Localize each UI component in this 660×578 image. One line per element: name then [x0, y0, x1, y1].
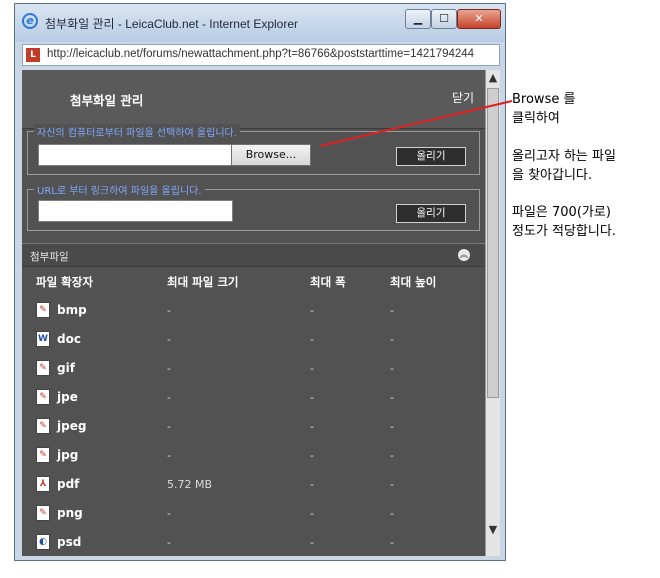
row-max-height: - [390, 478, 394, 491]
attachment-manager-panel: 첨부화일 관리 닫기 자신의 컴퓨터로부터 파일을 선택하여 올립니다. Bro… [22, 70, 500, 556]
row-max-size: - [167, 449, 171, 462]
row-max-width: - [310, 536, 314, 549]
row-max-height: - [390, 362, 394, 375]
ie-logo-icon: e [22, 13, 38, 29]
local-upload-legend: 자신의 컴퓨터로부터 파일을 선택하여 올립니다. [34, 124, 240, 139]
word-file-icon: W [36, 331, 50, 347]
row-max-size: - [167, 507, 171, 520]
collapse-icon[interactable]: ︽ [458, 249, 470, 261]
site-favicon-icon: L [26, 48, 40, 62]
annotation-text: 정도가 적당합니다. [512, 224, 616, 239]
row-extension: gif [57, 361, 75, 375]
image-file-icon: ✎ [36, 389, 50, 405]
local-upload-button[interactable]: 올리기 [396, 147, 466, 166]
close-link[interactable]: 닫기 [452, 89, 474, 106]
row-extension: jpg [57, 448, 79, 462]
panel-title: 첨부화일 관리 [70, 93, 144, 108]
url-input[interactable] [38, 200, 233, 222]
row-max-width: - [310, 449, 314, 462]
table-row: ✎ gif - - - [22, 354, 485, 383]
row-max-size: - [167, 362, 171, 375]
table-row: ⅄ pdf 5.72 MB - - [22, 470, 485, 499]
address-url: http://leicaclub.net/forums/newattachmen… [47, 48, 475, 60]
row-max-size: - [167, 333, 171, 346]
vertical-scrollbar[interactable]: ▲ ▼ [485, 70, 500, 556]
window-title: 첨부화일 관리 - LeicaClub.net - Internet Explo… [45, 17, 298, 31]
attachments-title: 첨부파일 [30, 251, 69, 263]
photoshop-file-icon: ◐ [36, 534, 50, 550]
scroll-up-icon[interactable]: ▲ [486, 70, 500, 86]
col-header-extension: 파일 확장자 [36, 275, 93, 289]
row-extension: psd [57, 535, 82, 549]
row-max-size: - [167, 391, 171, 404]
table-row: ✎ jpeg - - - [22, 412, 485, 441]
url-upload-button[interactable]: 올리기 [396, 204, 466, 223]
row-extension: doc [57, 332, 81, 346]
annotation-text: 파일은 700(가로) [512, 205, 611, 220]
row-max-width: - [310, 333, 314, 346]
maximize-button[interactable]: ☐ [431, 9, 457, 29]
panel-header: 첨부화일 관리 닫기 [22, 70, 485, 129]
row-max-height: - [390, 420, 394, 433]
row-max-width: - [310, 478, 314, 491]
row-max-width: - [310, 507, 314, 520]
col-header-max-height: 최대 높이 [390, 275, 437, 289]
scroll-down-icon[interactable]: ▼ [486, 522, 500, 538]
title-bar: e 첨부화일 관리 - LeicaClub.net - Internet Exp… [15, 4, 505, 42]
annotation-text: 을 찾아갑니다. [512, 168, 593, 183]
pdf-file-icon: ⅄ [36, 476, 50, 492]
minimize-button[interactable]: ▁ [405, 9, 431, 29]
table-row: ✎ jpg - - - [22, 441, 485, 470]
table-row: ✎ jpe - - - [22, 383, 485, 412]
col-header-max-size: 최대 파일 크기 [167, 275, 239, 289]
table-row: ✎ bmp - - - [22, 296, 485, 325]
image-file-icon: ✎ [36, 447, 50, 463]
close-window-button[interactable]: ✕ [457, 9, 501, 29]
row-max-width: - [310, 304, 314, 317]
annotation-text: 올리고자 하는 파일 [512, 149, 616, 164]
url-upload-group: URL로 부터 링크하여 파일을 올립니다. 올리기 [27, 182, 480, 231]
annotation-text: 클릭하여 [512, 111, 560, 126]
image-file-icon: ✎ [36, 505, 50, 521]
table-row: ✎ png - - - [22, 499, 485, 528]
local-upload-group: 자신의 컴퓨터로부터 파일을 선택하여 올립니다. Browse... 올리기 [27, 124, 480, 175]
local-file-input[interactable] [38, 144, 233, 166]
row-max-height: - [390, 391, 394, 404]
row-extension: jpe [57, 390, 78, 404]
url-upload-legend: URL로 부터 링크하여 파일을 올립니다. [34, 182, 205, 197]
row-extension: bmp [57, 303, 87, 317]
image-file-icon: ✎ [36, 360, 50, 376]
row-max-size: - [167, 536, 171, 549]
row-max-size: 5.72 MB [167, 478, 213, 491]
address-bar[interactable]: L http://leicaclub.net/forums/newattachm… [22, 44, 500, 66]
row-max-height: - [390, 507, 394, 520]
annotation-text: Browse 를 [512, 92, 576, 107]
row-max-height: - [390, 333, 394, 346]
row-max-size: - [167, 304, 171, 317]
row-extension: png [57, 506, 83, 520]
row-max-width: - [310, 391, 314, 404]
row-extension: jpeg [57, 419, 87, 433]
row-extension: pdf [57, 477, 80, 491]
col-header-max-width: 최대 폭 [310, 275, 346, 289]
browse-button[interactable]: Browse... [231, 144, 311, 166]
ie-window: e 첨부화일 관리 - LeicaClub.net - Internet Exp… [14, 3, 506, 561]
row-max-height: - [390, 304, 394, 317]
row-max-size: - [167, 420, 171, 433]
row-max-height: - [390, 449, 394, 462]
image-file-icon: ✎ [36, 418, 50, 434]
row-max-height: - [390, 536, 394, 549]
image-file-icon: ✎ [36, 302, 50, 318]
attachments-section-header: 첨부파일 ︽ [22, 243, 485, 267]
row-max-width: - [310, 362, 314, 375]
table-row: ◐ psd - - - [22, 528, 485, 556]
table-row: W doc - - - [22, 325, 485, 354]
scroll-thumb[interactable] [487, 88, 499, 398]
row-max-width: - [310, 420, 314, 433]
